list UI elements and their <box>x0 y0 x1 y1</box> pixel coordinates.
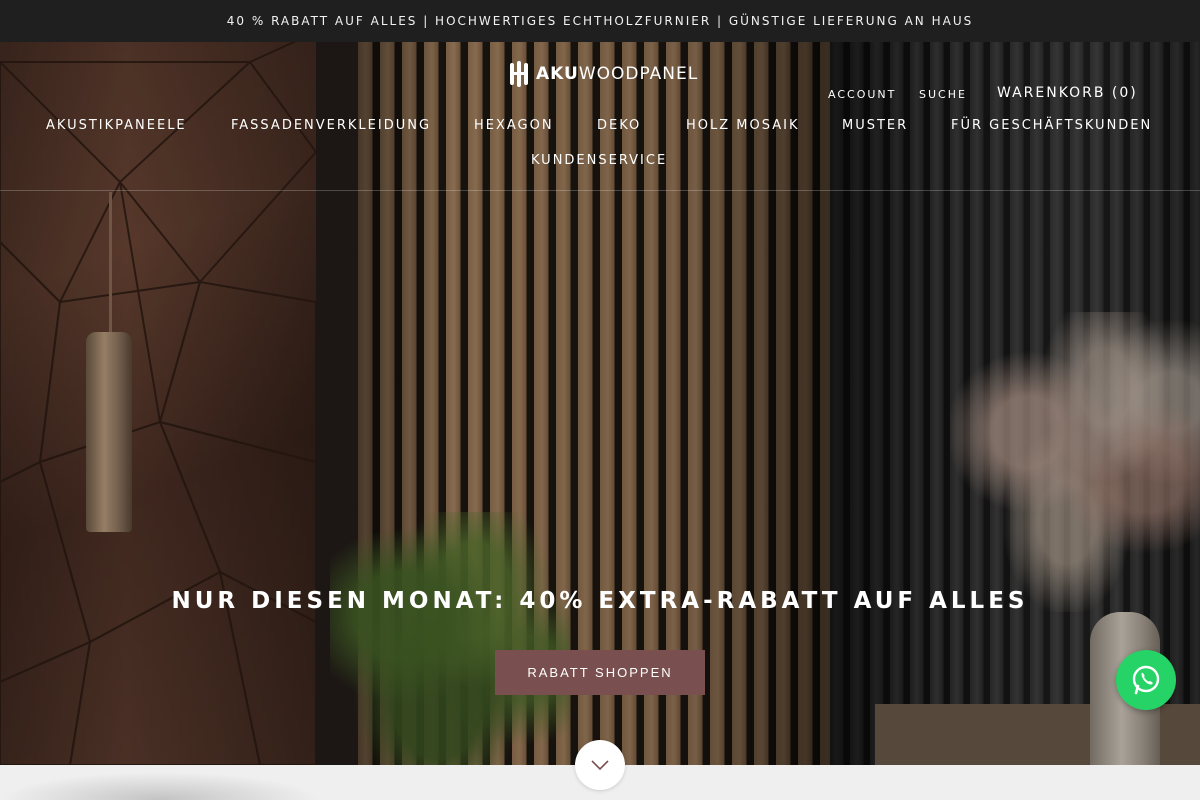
chevron-down-icon <box>591 760 609 771</box>
logo-text-bold: AKU <box>536 64 579 84</box>
account-link[interactable]: ACCOUNT <box>828 88 896 101</box>
nav-item-fassadenverkleidung[interactable]: FASSADENVERKLEIDUNG <box>231 118 431 133</box>
cart-link[interactable]: WARENKORB (0) <box>997 85 1138 101</box>
search-link[interactable]: SUCHE <box>919 88 967 101</box>
nav-item-kundenservice[interactable]: KUNDENSERVICE <box>531 153 667 168</box>
whatsapp-icon <box>1132 665 1160 695</box>
nav-item-akustikpaneele[interactable]: AKUSTIKPANEELE <box>46 118 187 133</box>
announcement-text: 40 % RABATT AUF ALLES | HOCHWERTIGES ECH… <box>226 14 974 28</box>
logo-text-light: WOODPANEL <box>578 64 699 84</box>
announcement-bar: 40 % RABATT AUF ALLES | HOCHWERTIGES ECH… <box>0 0 1200 42</box>
nav-item-holz-mosaik[interactable]: HOLZ MOSAIK <box>686 118 799 133</box>
hero-headline: NUR DIESEN MONAT: 40% EXTRA-RABATT AUF A… <box>171 588 1029 614</box>
nav-item-muster[interactable]: MUSTER <box>842 118 908 133</box>
nav-item-hexagon[interactable]: HEXAGON <box>474 118 554 133</box>
shop-discount-button[interactable]: RABATT SHOPPEN <box>495 650 705 695</box>
logo-mark-icon <box>510 61 528 87</box>
whatsapp-chat-button[interactable] <box>1116 650 1176 710</box>
nav-item-geschaeftskunden[interactable]: FÜR GESCHÄFTSKUNDEN <box>951 118 1152 133</box>
cookie-banner-shadow <box>0 772 320 800</box>
nav-divider <box>0 190 1200 191</box>
scroll-down-button[interactable] <box>575 740 625 790</box>
logo[interactable]: AKUWOODPANEL <box>508 60 698 88</box>
nav-item-deko[interactable]: DEKO <box>597 118 641 133</box>
